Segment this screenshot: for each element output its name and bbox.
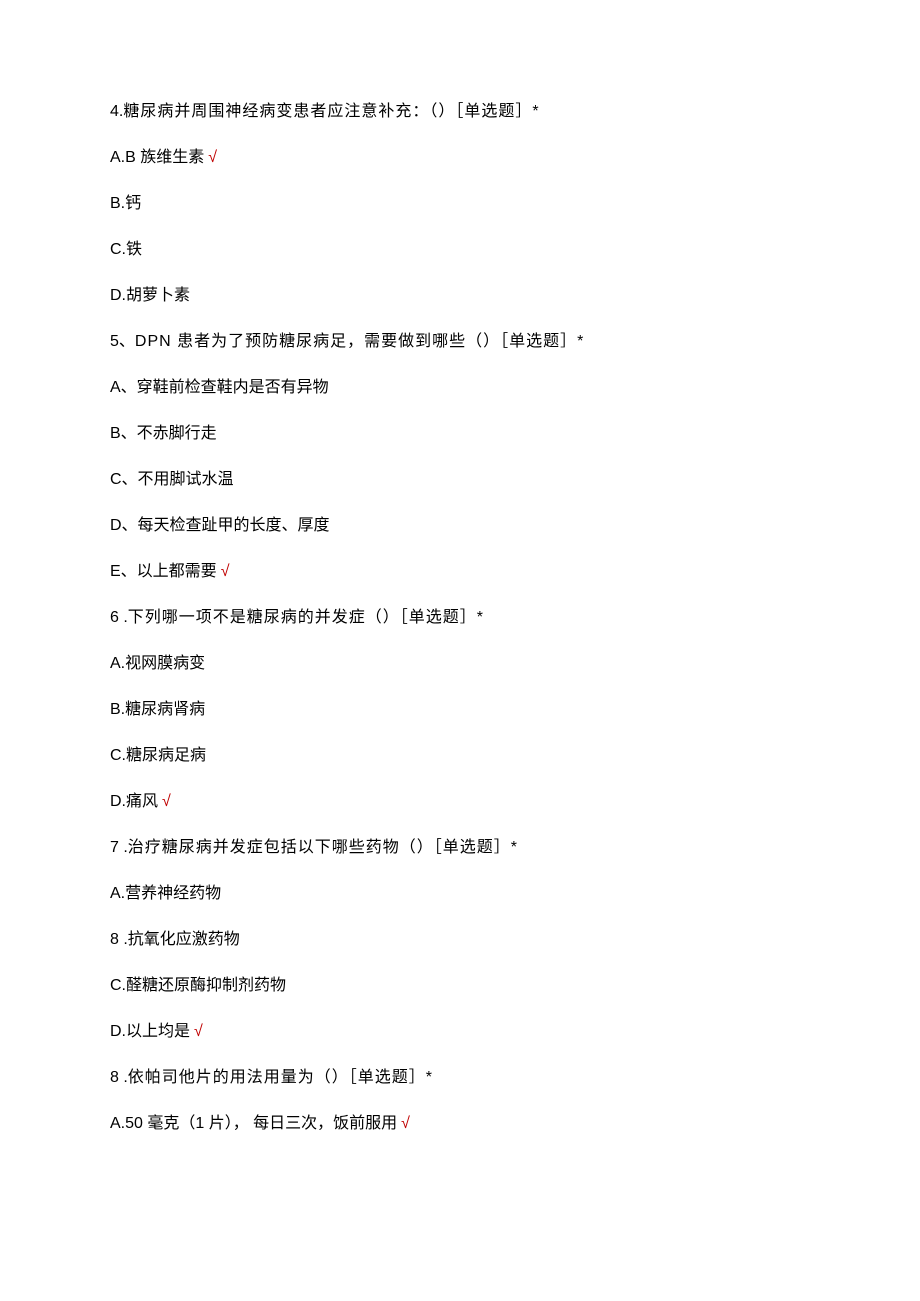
question-separator: . — [119, 1069, 128, 1086]
option: D.痛风√ — [110, 790, 810, 814]
question-stem: DPN 患者为了预防糖尿病足，需要做到哪些（）［单选题］* — [135, 333, 584, 350]
check-mark-icon: √ — [194, 1023, 203, 1040]
question-text: 6 .下列哪一项不是糖尿病的并发症（）［单选题］* — [110, 606, 810, 630]
option: A.50 毫克（1 片）， 每日三次，饭前服用√ — [110, 1112, 810, 1136]
option-label: D.痛风 — [110, 793, 158, 810]
question-separator: . — [119, 839, 128, 856]
question-number: 5 — [110, 333, 119, 350]
question-text: 8 .依帕司他片的用法用量为（）［单选题］* — [110, 1066, 810, 1090]
question-block: 7 .治疗糖尿病并发症包括以下哪些药物（）［单选题］* A.营养神经药物 8 .抗氧… — [110, 836, 810, 1044]
question-text: 4.糖尿病并周围神经病变患者应注意补充：（）［单选题］* — [110, 100, 810, 124]
question-separator: . — [119, 609, 128, 626]
question-block: 8 .依帕司他片的用法用量为（）［单选题］* A.50 毫克（1 片）， 每日三次… — [110, 1066, 810, 1136]
option: D、每天检查趾甲的长度、厚度 — [110, 514, 810, 538]
option: A.B 族维生素√ — [110, 146, 810, 170]
question-block: 5、DPN 患者为了预防糖尿病足，需要做到哪些（）［单选题］* A、穿鞋前检查鞋内… — [110, 330, 810, 584]
option: C.糖尿病足病 — [110, 744, 810, 768]
option-label: C.醛糖还原酶抑制剂药物 — [110, 977, 286, 994]
option-label: B.糖尿病肾病 — [110, 701, 205, 718]
option: B、不赤脚行走 — [110, 422, 810, 446]
question-number: 6 — [110, 609, 119, 626]
question-stem: 依帕司他片的用法用量为（）［单选题］* — [128, 1069, 433, 1086]
question-block: 4.糖尿病并周围神经病变患者应注意补充：（）［单选题］* A.B 族维生素√ B.钙… — [110, 100, 810, 308]
option-label: B、不赤脚行走 — [110, 425, 217, 442]
option-label: A.营养神经药物 — [110, 885, 221, 902]
option-label: A.50 毫克（1 片）， 每日三次，饭前服用 — [110, 1115, 397, 1132]
check-mark-icon: √ — [162, 793, 171, 810]
question-stem: 治疗糖尿病并发症包括以下哪些药物（）［单选题］* — [128, 839, 518, 856]
option-label: A、穿鞋前检查鞋内是否有异物 — [110, 379, 329, 396]
option-label: C.糖尿病足病 — [110, 747, 206, 764]
option-label: E、以上都需要 — [110, 563, 217, 580]
check-mark-icon: √ — [208, 149, 217, 166]
option: E、以上都需要√ — [110, 560, 810, 584]
option: D.胡萝卜素 — [110, 284, 810, 308]
option-label: D、每天检查趾甲的长度、厚度 — [110, 517, 330, 534]
option: A.营养神经药物 — [110, 882, 810, 906]
question-number: 7 — [110, 839, 119, 856]
option: D.以上均是√ — [110, 1020, 810, 1044]
option-label: D.以上均是 — [110, 1023, 190, 1040]
question-text: 5、DPN 患者为了预防糖尿病足，需要做到哪些（）［单选题］* — [110, 330, 810, 354]
option: 8 .抗氧化应激药物 — [110, 928, 810, 952]
option: A.视网膜病变 — [110, 652, 810, 676]
option: A、穿鞋前检查鞋内是否有异物 — [110, 376, 810, 400]
option: C.醛糖还原酶抑制剂药物 — [110, 974, 810, 998]
option-label: C.铁 — [110, 241, 142, 258]
question-block: 6 .下列哪一项不是糖尿病的并发症（）［单选题］* A.视网膜病变 B.糖尿病肾病 C… — [110, 606, 810, 814]
question-stem: 下列哪一项不是糖尿病的并发症（）［单选题］* — [128, 609, 484, 626]
option-label: D.胡萝卜素 — [110, 287, 190, 304]
option: C、不用脚试水温 — [110, 468, 810, 492]
question-stem: 糖尿病并周围神经病变患者应注意补充：（）［单选题］* — [123, 103, 539, 120]
check-mark-icon: √ — [221, 563, 230, 580]
question-number: 4 — [110, 103, 119, 120]
option: C.铁 — [110, 238, 810, 262]
question-number: 8 — [110, 1069, 119, 1086]
option-label: B.钙 — [110, 195, 141, 212]
question-text: 7 .治疗糖尿病并发症包括以下哪些药物（）［单选题］* — [110, 836, 810, 860]
option-label: A.B 族维生素 — [110, 149, 204, 166]
check-mark-icon: √ — [401, 1115, 410, 1132]
option: B.钙 — [110, 192, 810, 216]
option-label: 8 .抗氧化应激药物 — [110, 931, 240, 948]
option-label: A.视网膜病变 — [110, 655, 205, 672]
option: B.糖尿病肾病 — [110, 698, 810, 722]
option-label: C、不用脚试水温 — [110, 471, 234, 488]
question-separator: 、 — [119, 333, 135, 350]
